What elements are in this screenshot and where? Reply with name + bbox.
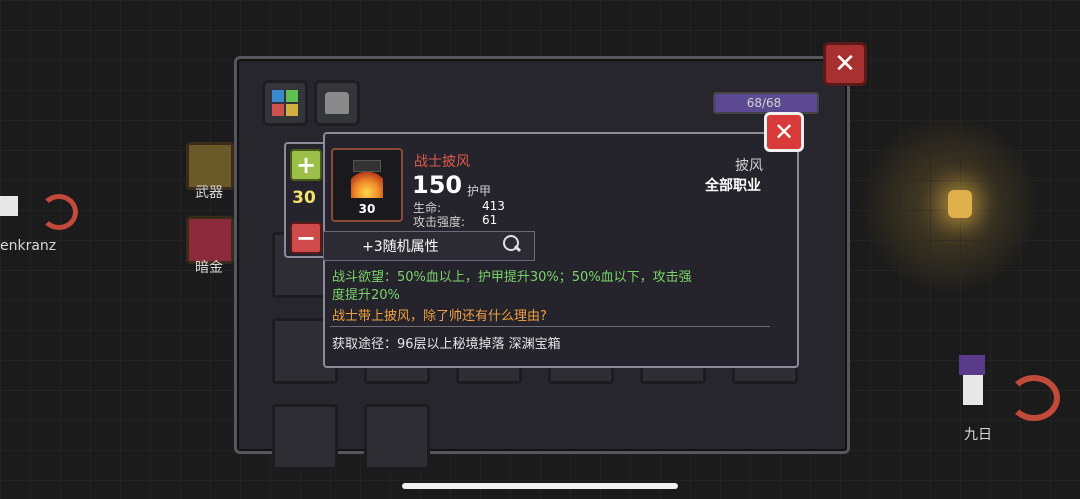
wall-torch-icon [948, 190, 972, 218]
armor-value: 150 [412, 171, 463, 199]
color-grid-icon[interactable] [262, 80, 308, 126]
armor-label: 护甲 [467, 184, 492, 198]
inventory-slot[interactable] [364, 404, 430, 470]
effect-text-line1: 战斗欲望：50%血以上，护甲提升30%；50%血以下，攻击强 [332, 270, 692, 285]
item-category: 披风 [735, 158, 763, 174]
item-icon-frame: 30 [331, 148, 403, 222]
effect-text-line2: 度提升20% [332, 288, 400, 303]
weapon-tab-label[interactable]: 武器 [195, 182, 223, 202]
quantity-value: 30 [292, 188, 316, 208]
minus-button[interactable]: − [290, 222, 322, 254]
item-name: 战士披风 [414, 154, 470, 170]
horned-helmet-icon[interactable] [314, 80, 360, 126]
tooltip-close-button[interactable]: ✕ [764, 112, 804, 152]
home-indicator[interactable] [402, 483, 678, 489]
swirl-effect-icon [1008, 375, 1060, 421]
flame-icon [351, 172, 383, 198]
tooltip-divider [330, 326, 770, 327]
player-name-right: 九日 [964, 427, 992, 443]
stat-value: 61 [482, 213, 498, 227]
cape-icon [353, 160, 381, 172]
stat-label: 攻击强度: [413, 215, 466, 229]
class-restriction: 全部职业 [705, 178, 761, 194]
panel-close-button[interactable]: ✕ [823, 42, 867, 86]
source-text: 获取途径：96层以上秘境掉落 深渊宝箱 [332, 337, 561, 352]
player-avatar-right [955, 355, 995, 411]
player-avatar-left [0, 194, 78, 230]
player-name-left: enkranz [0, 238, 57, 254]
random-attr-label: +3随机属性 [362, 239, 439, 255]
inventory-slot[interactable] [272, 404, 338, 470]
plus-button[interactable]: + [290, 149, 322, 181]
stat-value: 413 [482, 199, 505, 213]
dark-gold-tab-label[interactable]: 暗金 [195, 257, 223, 277]
hp-text: 68/68 [746, 96, 782, 110]
item-level: 30 [358, 202, 376, 216]
flavor-text: 战士带上披风，除了帅还有什么理由? [332, 309, 547, 324]
